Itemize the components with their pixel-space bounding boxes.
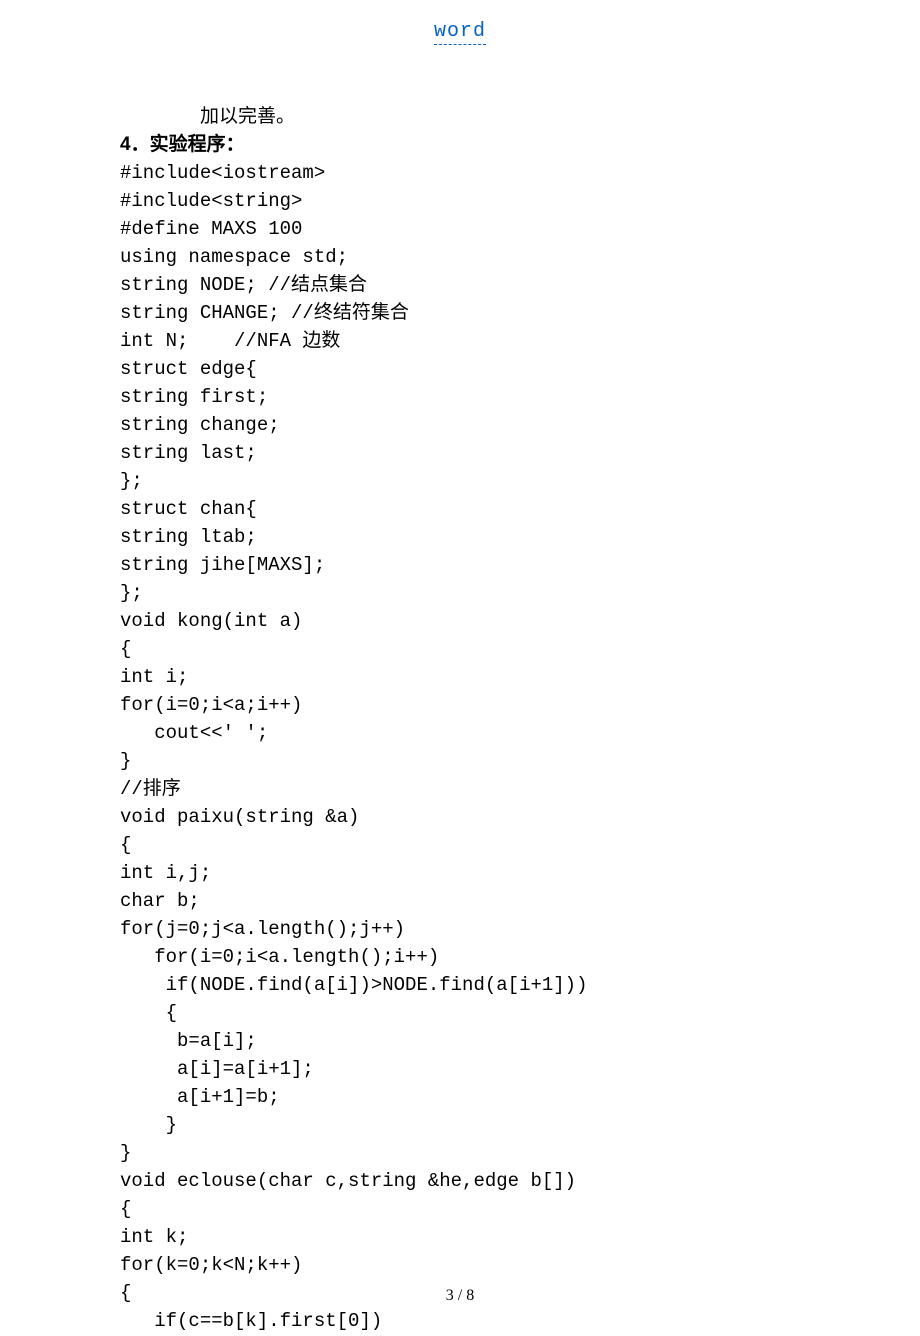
code-line: }	[120, 1111, 820, 1139]
code-line: #include<string>	[120, 187, 820, 215]
code-line: struct edge{	[120, 355, 820, 383]
code-line: string ltab;	[120, 523, 820, 551]
code-line: a[i+1]=b;	[120, 1083, 820, 1111]
code-line: void eclouse(char c,string &he,edge b[])	[120, 1167, 820, 1195]
document-page: word 加以完善。 4．实验程序： #include<iostream> #i…	[0, 0, 920, 1335]
code-line: //排序	[120, 775, 820, 803]
code-line: #include<iostream>	[120, 159, 820, 187]
code-line: a[i]=a[i+1];	[120, 1055, 820, 1083]
header-link-container: word	[0, 20, 920, 43]
code-line: string last;	[120, 439, 820, 467]
code-line: char b;	[120, 887, 820, 915]
code-line: {	[120, 831, 820, 859]
code-line: int i;	[120, 663, 820, 691]
code-line: if(NODE.find(a[i])>NODE.find(a[i+1]))	[120, 971, 820, 999]
code-line: #define MAXS 100	[120, 215, 820, 243]
code-line: {	[120, 1195, 820, 1223]
code-line: cout<<' ';	[120, 719, 820, 747]
code-line: {	[120, 635, 820, 663]
code-line: using namespace std;	[120, 243, 820, 271]
code-line: for(i=0;i<a.length();i++)	[120, 943, 820, 971]
code-line: int i,j;	[120, 859, 820, 887]
code-line: void paixu(string &a)	[120, 803, 820, 831]
code-line: for(i=0;i<a;i++)	[120, 691, 820, 719]
code-line: for(j=0;j<a.length();j++)	[120, 915, 820, 943]
code-line: if(c==b[k].first[0])	[120, 1307, 820, 1335]
code-line: string change;	[120, 411, 820, 439]
code-line: }	[120, 747, 820, 775]
code-line: void kong(int a)	[120, 607, 820, 635]
word-link[interactable]: word	[434, 20, 486, 45]
code-line: b=a[i];	[120, 1027, 820, 1055]
code-line: };	[120, 579, 820, 607]
code-line: int N; //NFA 边数	[120, 327, 820, 355]
code-line: };	[120, 467, 820, 495]
code-line: {	[120, 999, 820, 1027]
page-number: 3 / 8	[446, 1287, 474, 1304]
page-footer: 3 / 8	[0, 1287, 920, 1305]
code-line: for(k=0;k<N;k++)	[120, 1251, 820, 1279]
content-area: 加以完善。 4．实验程序： #include<iostream> #includ…	[0, 103, 920, 1335]
code-line: }	[120, 1139, 820, 1167]
code-line: struct chan{	[120, 495, 820, 523]
code-line: string CHANGE; //终结符集合	[120, 299, 820, 327]
code-line: string jihe[MAXS];	[120, 551, 820, 579]
code-line: int k;	[120, 1223, 820, 1251]
intro-text: 加以完善。	[120, 103, 820, 131]
code-line: string first;	[120, 383, 820, 411]
code-line: string NODE; //结点集合	[120, 271, 820, 299]
section-title: 4．实验程序：	[120, 131, 820, 159]
